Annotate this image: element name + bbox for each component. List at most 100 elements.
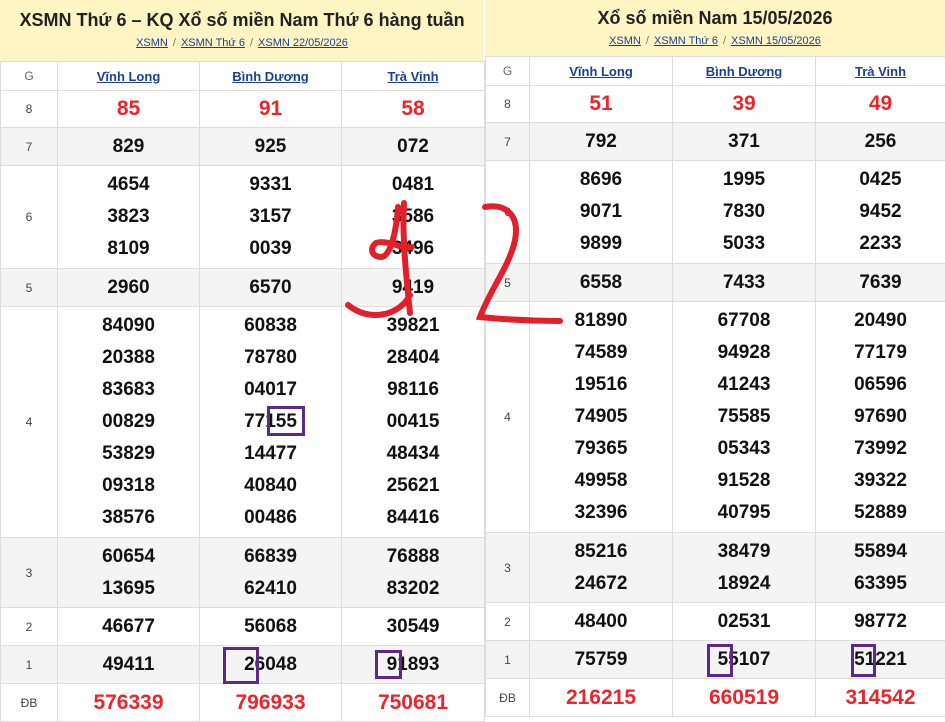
prize-cell: 371 [673, 123, 816, 161]
breadcrumb-xsmn[interactable]: XSMN [609, 35, 641, 47]
prize-row: 5655874337639 [486, 264, 945, 302]
prize-number: 19516 [530, 369, 672, 401]
prize-cell: 072 [342, 128, 485, 166]
prize-cell: 98772 [816, 603, 945, 641]
prize-cell: 792 [530, 123, 673, 161]
highlight-box [375, 650, 402, 679]
prize-number: 00486 [200, 502, 341, 534]
prize-cell: 58 [342, 91, 485, 128]
prize-number: 26048 [200, 649, 341, 681]
province-link[interactable]: Vĩnh Long [569, 64, 633, 79]
column-header-province: Trà Vinh [342, 62, 485, 91]
prize-cell: 869690719899 [530, 161, 673, 264]
prize-number: 49411 [58, 649, 199, 681]
prize-number: 83683 [58, 374, 199, 406]
prize-number: 60654 [58, 541, 199, 573]
highlight-box [223, 647, 259, 684]
results-table: GVĩnh LongBình DươngTrà Vinh885915878299… [0, 61, 485, 722]
prize-number: 0425 [816, 164, 945, 196]
prize-number: 3586 [342, 201, 484, 233]
prize-label: 6 [486, 161, 530, 264]
prize-number: 25621 [342, 470, 484, 502]
prize-number: 78780 [200, 342, 341, 374]
prize-cell: 750681 [342, 684, 485, 722]
prize-cell: 796933 [200, 684, 342, 722]
prize-number: 6570 [200, 272, 341, 304]
prize-cell: 48400 [530, 603, 673, 641]
prize-cell: 81890745891951674905793654995832396 [530, 302, 673, 533]
prize-label: 7 [1, 128, 58, 166]
breadcrumb-xsmn-thu-6[interactable]: XSMN Thứ 6 [181, 37, 245, 49]
prize-cell: 925 [200, 128, 342, 166]
prize-number: 48434 [342, 438, 484, 470]
prize-number: 79365 [530, 433, 672, 465]
prize-row: ĐB576339796933750681 [1, 684, 485, 722]
prize-number: 8109 [58, 233, 199, 265]
province-link[interactable]: Bình Dương [706, 64, 782, 79]
prize-row: 7792371256 [486, 123, 945, 161]
prize-number: 49 [816, 88, 945, 120]
prize-cell: 75759 [530, 641, 673, 679]
prize-number: 9071 [530, 196, 672, 228]
prize-cell: 048135863496 [342, 166, 485, 269]
prize-number: 2233 [816, 228, 945, 260]
prize-cell: 56068 [200, 608, 342, 646]
breadcrumb: XSMN/XSMN Thứ 6/XSMN 22/05/2026 [0, 37, 484, 49]
prize-cell: 39 [673, 86, 816, 123]
province-link[interactable]: Vĩnh Long [97, 69, 161, 84]
breadcrumb-xsmn-thu-6[interactable]: XSMN Thứ 6 [654, 35, 718, 47]
prize-number: 792 [530, 126, 672, 158]
prize-label: 4 [1, 307, 58, 538]
prize-number: 3823 [58, 201, 199, 233]
prize-label: 5 [486, 264, 530, 302]
prize-number: 32396 [530, 497, 672, 529]
prize-cell: 84090203888368300829538290931838576 [58, 307, 200, 538]
page-title: Xổ số miền Nam 15/05/2026 [485, 8, 945, 29]
prize-number: 40840 [200, 470, 341, 502]
prize-number: 38576 [58, 502, 199, 534]
prize-cell: 39821284049811600415484342562184416 [342, 307, 485, 538]
prize-row: 3606541369566839624107688883202 [1, 538, 485, 608]
highlight-box [707, 644, 733, 677]
prize-number: 2960 [58, 272, 199, 304]
breadcrumb-date[interactable]: XSMN 15/05/2026 [731, 35, 821, 47]
prize-number: 05343 [673, 433, 815, 465]
prize-number: 40795 [673, 497, 815, 529]
prize-label: 3 [486, 533, 530, 603]
prize-cell: 91 [200, 91, 342, 128]
breadcrumb-date[interactable]: XSMN 22/05/2026 [258, 37, 348, 49]
prize-number: 4654 [58, 169, 199, 201]
prize-number: 39821 [342, 310, 484, 342]
column-header-province: Bình Dương [200, 62, 342, 91]
prize-label: ĐB [486, 679, 530, 717]
prize-cell: 465438238109 [58, 166, 200, 269]
prize-number: 7433 [673, 267, 815, 299]
province-link[interactable]: Trà Vinh [855, 64, 906, 79]
column-header-province: Vĩnh Long [58, 62, 200, 91]
prize-row: 3852162467238479189245589463395 [486, 533, 945, 603]
prize-number: 796933 [200, 687, 341, 719]
prize-label: 8 [486, 86, 530, 123]
prize-label: 1 [486, 641, 530, 679]
prize-number: 75759 [530, 644, 672, 676]
prize-number: 52889 [816, 497, 945, 529]
province-link[interactable]: Trà Vinh [387, 69, 438, 84]
prize-cell: 576339 [58, 684, 200, 722]
prize-cell: 199578305033 [673, 161, 816, 264]
prize-label: 8 [1, 91, 58, 128]
prize-label: 3 [1, 538, 58, 608]
prize-number: 072 [342, 131, 484, 163]
prize-number: 30549 [342, 611, 484, 643]
prize-label: 2 [486, 603, 530, 641]
prize-number: 9899 [530, 228, 672, 260]
prize-cell: 660519 [673, 679, 816, 717]
province-link[interactable]: Bình Dương [232, 69, 308, 84]
prize-number: 91893 [342, 649, 484, 681]
prize-number: 38479 [673, 536, 815, 568]
breadcrumb-xsmn[interactable]: XSMN [136, 37, 168, 49]
prize-cell: 26048 [200, 646, 342, 684]
prize-row: ĐB216215660519314542 [486, 679, 945, 717]
prize-number: 14477 [200, 438, 341, 470]
prize-number: 314542 [816, 682, 945, 714]
prize-number: 13695 [58, 573, 199, 605]
